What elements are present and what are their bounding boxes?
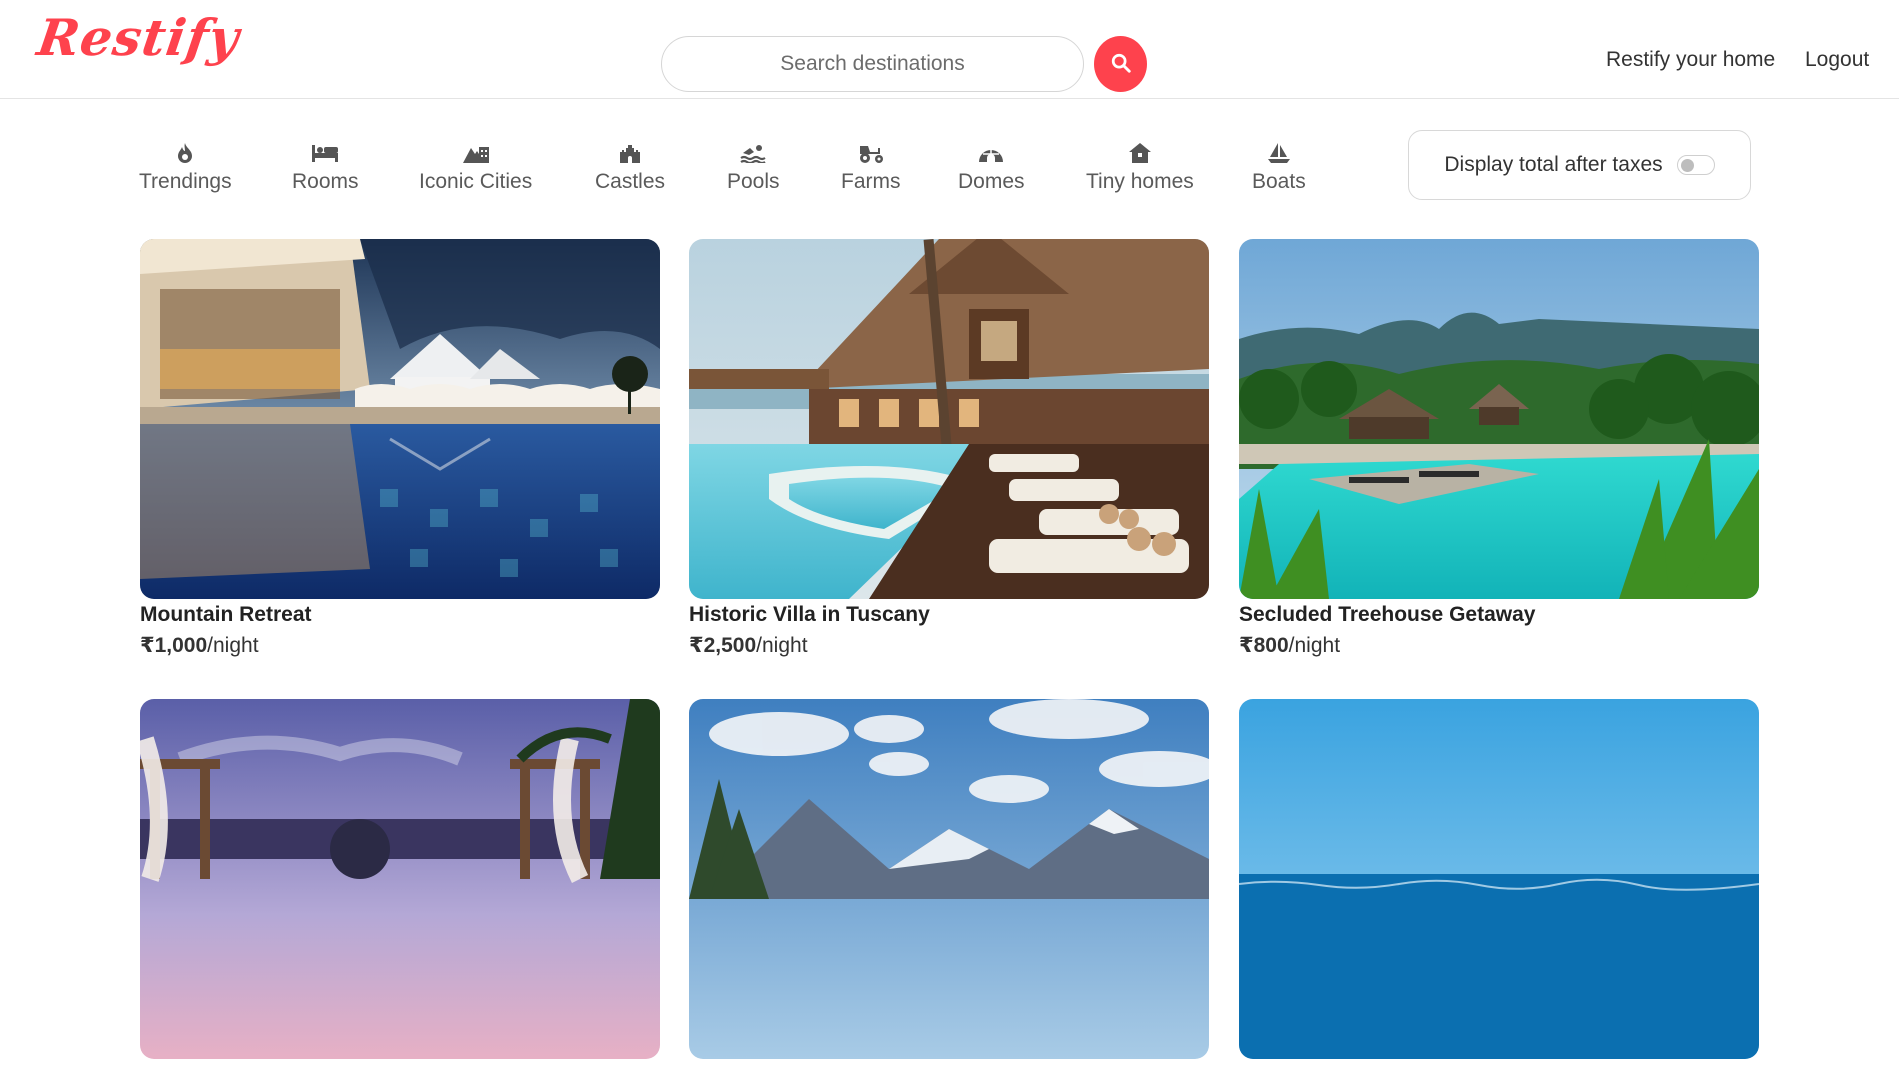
igloo-icon <box>977 140 1005 166</box>
filter-tiny-homes[interactable]: Tiny homes <box>1086 140 1194 194</box>
tax-toggle-box: Display total after taxes <box>1408 130 1751 200</box>
tax-toggle-label: Display total after taxes <box>1444 153 1663 176</box>
listing-image <box>140 699 660 1059</box>
filter-trendings[interactable]: Trendings <box>139 140 232 194</box>
listing-image <box>1239 239 1759 599</box>
listing-price: ₹1,000/night <box>140 633 660 658</box>
filter-farms[interactable]: Farms <box>841 140 901 194</box>
filter-label: Pools <box>727 170 780 193</box>
price-unit: /night <box>756 634 808 657</box>
mountain-city-icon <box>462 140 490 166</box>
fire-icon <box>176 140 194 166</box>
filter-label: Iconic Cities <box>419 170 533 193</box>
filter-label: Castles <box>595 170 666 193</box>
listing-title: Historic Villa in Tuscany <box>689 603 930 626</box>
price-amount: ₹1,000 <box>140 634 208 657</box>
listing-title: Mountain Retreat <box>140 603 312 626</box>
castle-icon <box>618 140 642 166</box>
toggle-knob <box>1680 159 1694 172</box>
filter-label: Tiny homes <box>1086 170 1194 193</box>
filter-label: Boats <box>1252 170 1306 193</box>
listing-image <box>689 239 1209 599</box>
bed-icon <box>311 140 339 166</box>
search-button[interactable] <box>1094 36 1147 92</box>
restify-your-home-link[interactable]: Restify your home <box>1606 48 1775 72</box>
listing-card[interactable] <box>140 699 660 1065</box>
listing-price: ₹2,500/night <box>689 633 1209 658</box>
price-amount: ₹800 <box>1239 634 1289 657</box>
filter-boats[interactable]: Boats <box>1252 140 1306 194</box>
search-bar <box>661 36 1084 92</box>
search-input[interactable] <box>662 37 1083 91</box>
filter-castles[interactable]: Castles <box>595 140 665 194</box>
listing-title: Secluded Treehouse Getaway <box>1239 603 1536 626</box>
logout-link[interactable]: Logout <box>1805 48 1869 72</box>
listing-image <box>140 239 660 599</box>
filter-label: Domes <box>958 170 1025 193</box>
tax-toggle-switch[interactable] <box>1676 155 1715 175</box>
sailboat-icon <box>1267 140 1291 166</box>
listing-card[interactable]: Mountain Retreat ₹1,000/night <box>140 239 660 658</box>
filter-pools[interactable]: Pools <box>727 140 780 194</box>
restify-logo[interactable]: Restify <box>34 8 243 67</box>
listing-card[interactable]: Historic Villa in Tuscany ₹2,500/night <box>689 239 1209 658</box>
filter-label: Rooms <box>292 170 359 193</box>
search-icon <box>1110 52 1132 77</box>
price-amount: ₹2,500 <box>689 634 757 657</box>
listing-image <box>689 699 1209 1059</box>
tractor-icon <box>857 140 885 166</box>
listing-image <box>1239 699 1759 1059</box>
listing-card[interactable]: Secluded Treehouse Getaway ₹800/night <box>1239 239 1759 658</box>
filter-label: Trendings <box>139 170 232 193</box>
swimmer-icon <box>740 140 766 166</box>
filter-domes[interactable]: Domes <box>958 140 1025 194</box>
filter-iconic-cities[interactable]: Iconic Cities <box>419 140 532 194</box>
price-unit: /night <box>207 634 259 657</box>
listing-card[interactable] <box>1239 699 1759 1065</box>
listing-price: ₹800/night <box>1239 633 1759 658</box>
price-unit: /night <box>1288 634 1341 657</box>
top-navbar: Restify Restify your home Logout <box>0 0 1899 99</box>
filter-label: Farms <box>841 170 901 193</box>
listing-card[interactable] <box>689 699 1209 1065</box>
filter-rooms[interactable]: Rooms <box>292 140 359 194</box>
home-icon <box>1128 140 1152 166</box>
